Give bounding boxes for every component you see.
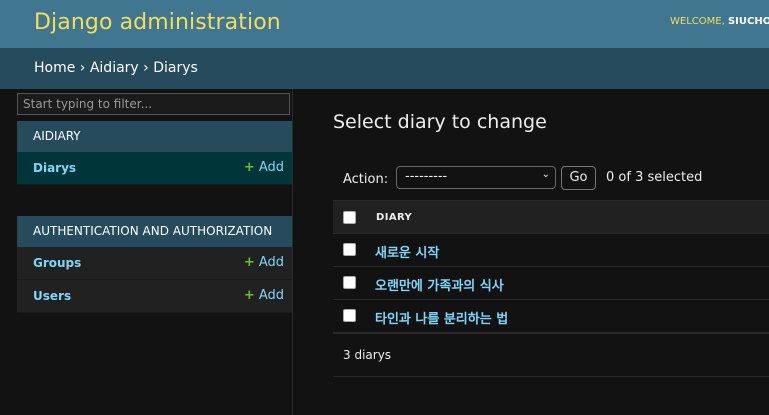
table-row: 타인과 나를 분리하는 법 [333, 300, 769, 333]
result-list: DIARY 새로운 시작 오랜만에 가족과의 식사 타인과 나를 분리하는 법 [333, 200, 769, 333]
diary-link[interactable]: 오랜만에 가족과의 식사 [375, 275, 504, 294]
user-welcome: WELCOME, SIUCHO [670, 16, 769, 27]
changelist-content: Select diary to change Action: ---------… [293, 89, 769, 415]
action-label: Action: [343, 172, 389, 187]
add-label: Add [258, 160, 284, 175]
sidebar-item-label[interactable]: Users [33, 289, 71, 303]
add-label: Add [258, 288, 284, 303]
breadcrumb-home[interactable]: Home [34, 60, 75, 76]
action-select[interactable]: --------- ⌄ [396, 166, 556, 189]
username: SIUCHO [727, 16, 769, 27]
go-button[interactable]: Go [561, 166, 596, 190]
row-checkbox[interactable] [343, 309, 356, 322]
sidebar-item-label[interactable]: Diarys [33, 161, 76, 175]
module-caption[interactable]: AIDIARY [17, 121, 292, 152]
nav-filter-input[interactable] [17, 93, 290, 115]
sidebar-item-label[interactable]: Groups [33, 256, 81, 270]
add-user-link[interactable]: + Add [244, 288, 284, 303]
breadcrumb: Home › Aidiary › Diarys [0, 48, 769, 89]
site-brand[interactable]: Django administration [34, 10, 281, 35]
site-header: Django administration WELCOME, SIUCHO [0, 0, 769, 48]
select-all-checkbox[interactable] [343, 211, 356, 224]
page-title: Select diary to change [333, 111, 547, 133]
sidebar-item-users: Users + Add [17, 280, 292, 313]
breadcrumb-app[interactable]: Aidiary [90, 60, 139, 76]
add-label: Add [258, 255, 284, 270]
column-header-diary[interactable]: DIARY [376, 212, 412, 223]
plus-icon: + [243, 288, 255, 303]
table-header: DIARY [333, 200, 769, 234]
action-select-value: --------- [405, 169, 448, 184]
diary-link[interactable]: 새로운 시작 [375, 242, 439, 261]
selection-counter: 0 of 3 selected [606, 170, 703, 185]
chevron-down-icon: ⌄ [541, 169, 550, 180]
module-caption[interactable]: AUTHENTICATION AND AUTHORIZATION [17, 216, 292, 247]
welcome-prefix: WELCOME, [670, 16, 728, 27]
breadcrumb-separator: › [138, 60, 154, 76]
plus-icon: + [243, 160, 255, 175]
diary-link[interactable]: 타인과 나를 분리하는 법 [375, 308, 508, 327]
module-auth: AUTHENTICATION AND AUTHORIZATION Groups … [17, 216, 292, 313]
breadcrumb-separator: › [75, 60, 90, 76]
add-group-link[interactable]: + Add [244, 255, 284, 270]
table-row: 오랜만에 가족과의 식사 [333, 267, 769, 300]
result-count: 3 diarys [343, 348, 392, 362]
sidebar-item-diarys: Diarys + Add [17, 152, 292, 185]
row-checkbox[interactable] [343, 243, 356, 256]
paginator: 3 diarys [333, 333, 769, 377]
nav-sidebar: AIDIARY Diarys +Add AUTHENTICATION AND A… [0, 89, 293, 415]
plus-icon: + [243, 255, 255, 270]
sidebar-item-groups: Groups + Add [17, 247, 292, 280]
action-bar: Action: --------- ⌄ Go 0 of 3 selected [333, 165, 769, 199]
module-aidiary: AIDIARY Diarys + Add [17, 121, 292, 185]
table-row: 새로운 시작 [333, 234, 769, 267]
breadcrumb-current: Diarys [153, 60, 198, 76]
add-diary-link[interactable]: + Add [244, 160, 284, 175]
row-checkbox[interactable] [343, 276, 356, 289]
